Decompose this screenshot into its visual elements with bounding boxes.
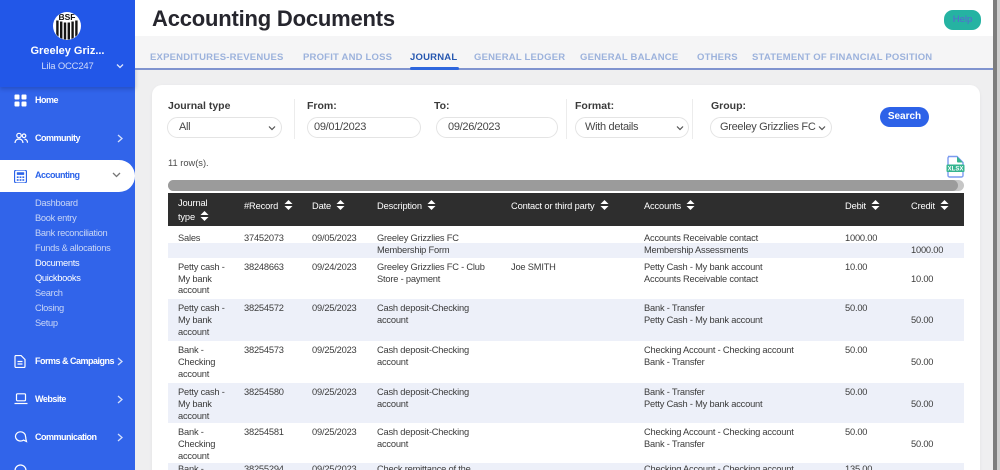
svg-text:XLSX: XLSX [948,167,964,173]
